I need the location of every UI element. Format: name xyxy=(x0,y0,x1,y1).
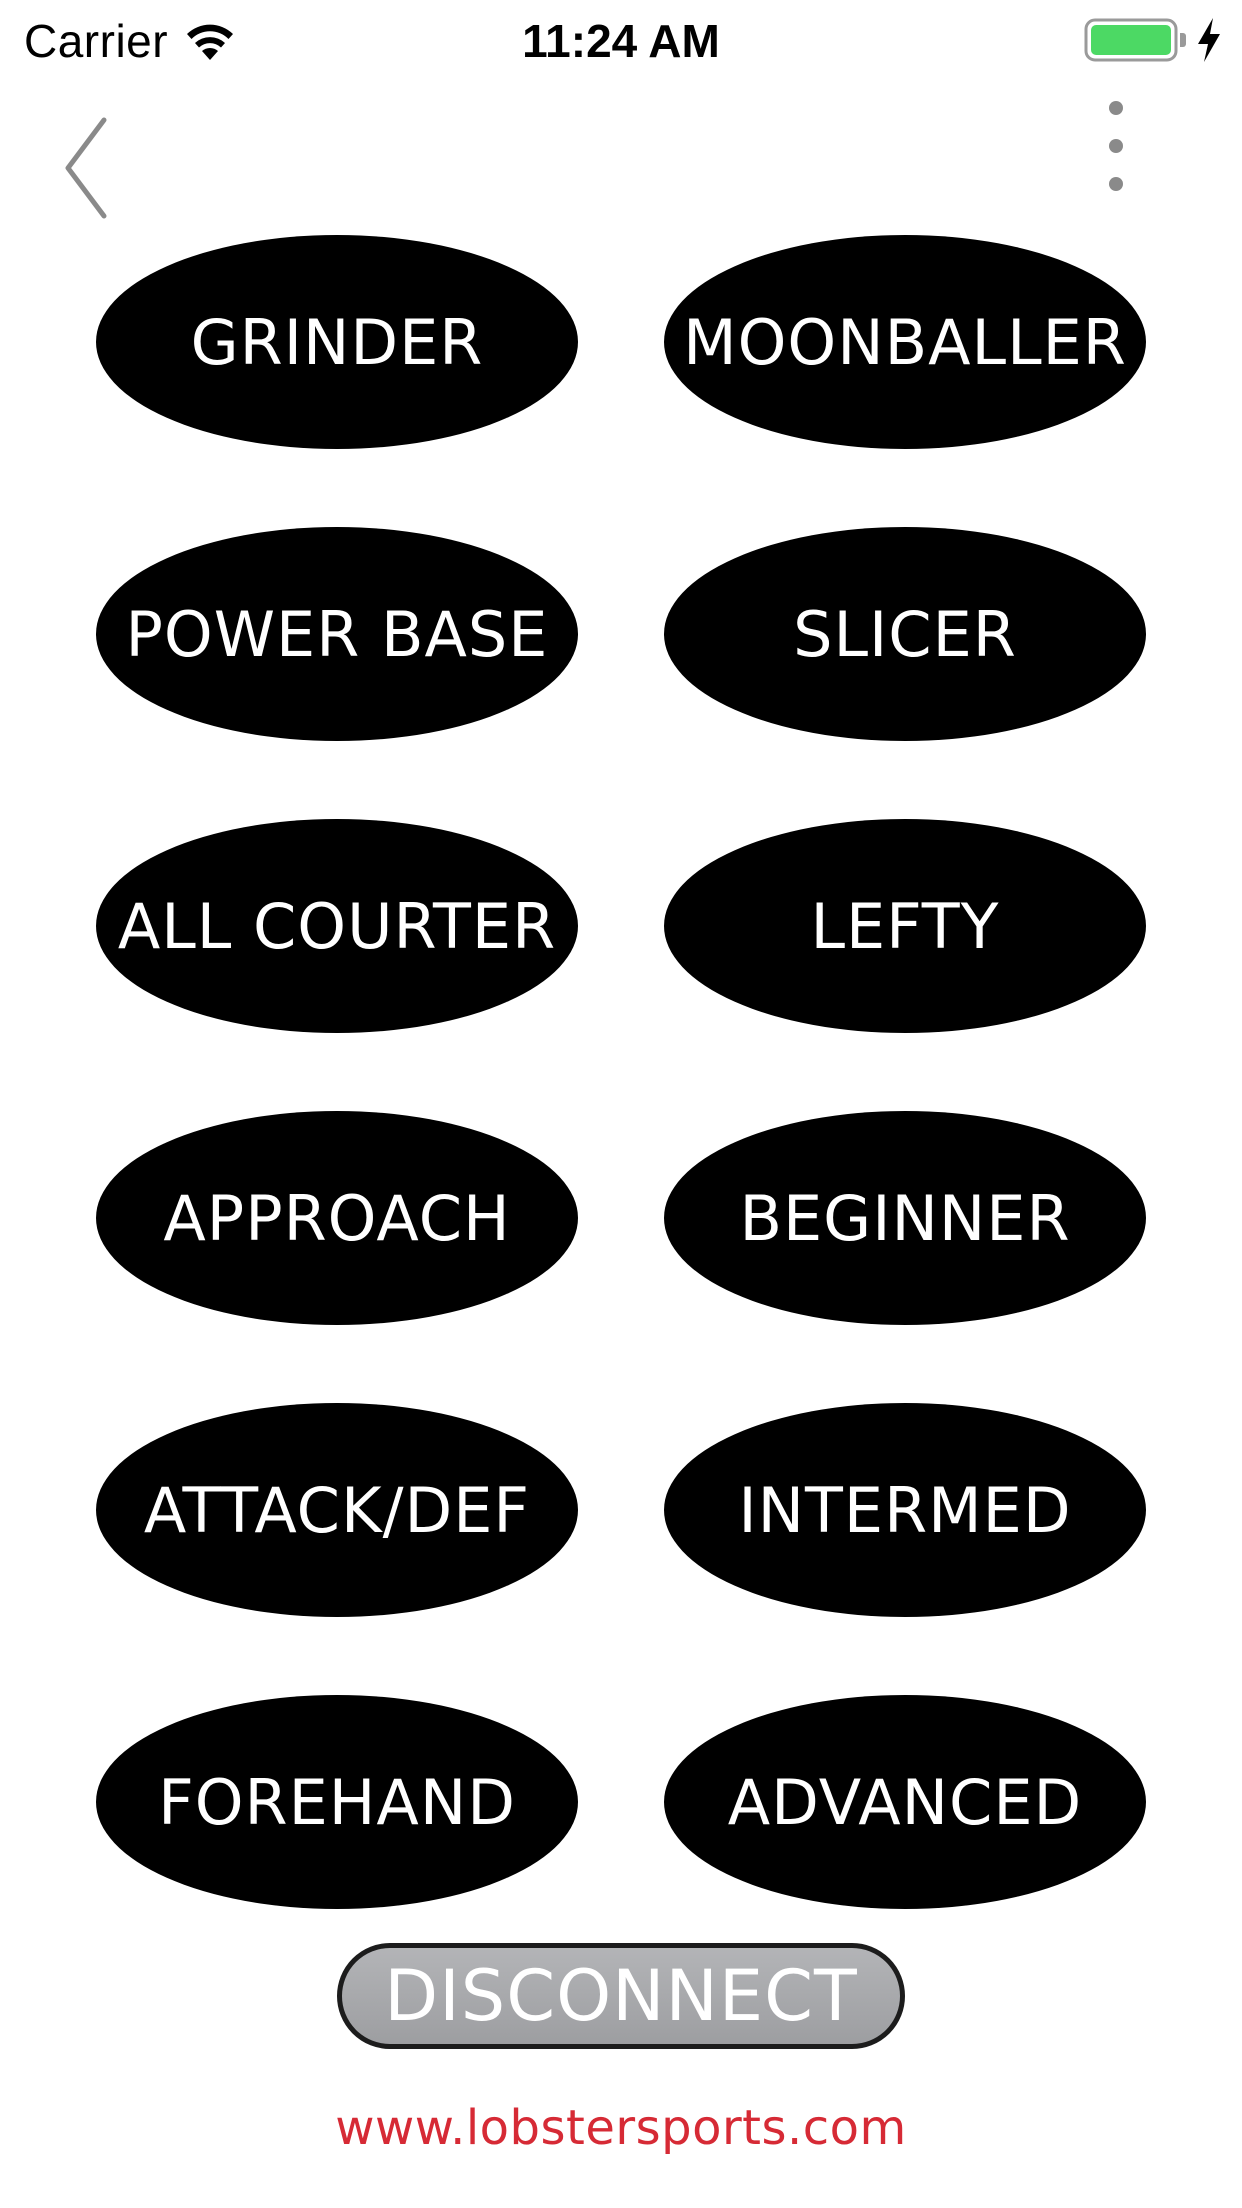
mode-grid: GRINDER MOONBALLER POWER BASE SLICER ALL… xyxy=(0,0,1242,2208)
mode-label: ADVANCED xyxy=(727,1765,1083,1839)
mode-label: ATTACK/DEF xyxy=(143,1473,531,1547)
mode-label: BEGINNER xyxy=(739,1181,1071,1255)
mode-button-advanced[interactable]: ADVANCED xyxy=(664,1695,1146,1909)
mode-button-grinder[interactable]: GRINDER xyxy=(96,235,578,449)
mode-label: POWER BASE xyxy=(125,597,549,671)
disconnect-label: DISCONNECT xyxy=(384,1955,858,2037)
mode-button-beginner[interactable]: BEGINNER xyxy=(664,1111,1146,1325)
mode-label: LEFTY xyxy=(810,889,1000,963)
mode-button-lefty[interactable]: LEFTY xyxy=(664,819,1146,1033)
mode-label: MOONBALLER xyxy=(683,305,1127,379)
mode-button-all-courter[interactable]: ALL COURTER xyxy=(96,819,578,1033)
mode-label: FOREHAND xyxy=(158,1765,516,1839)
mode-button-power-base[interactable]: POWER BASE xyxy=(96,527,578,741)
mode-label: APPROACH xyxy=(163,1181,511,1255)
disconnect-button[interactable]: DISCONNECT xyxy=(337,1943,905,2049)
mode-button-attack-def[interactable]: ATTACK/DEF xyxy=(96,1403,578,1617)
website-link[interactable]: www.lobstersports.com xyxy=(0,2100,1242,2156)
mode-button-slicer[interactable]: SLICER xyxy=(664,527,1146,741)
mode-label: INTERMED xyxy=(738,1473,1072,1547)
mode-button-moonballer[interactable]: MOONBALLER xyxy=(664,235,1146,449)
mode-button-forehand[interactable]: FOREHAND xyxy=(96,1695,578,1909)
mode-button-approach[interactable]: APPROACH xyxy=(96,1111,578,1325)
mode-label: SLICER xyxy=(793,597,1017,671)
mode-button-intermed[interactable]: INTERMED xyxy=(664,1403,1146,1617)
mode-label: GRINDER xyxy=(190,305,484,379)
mode-label: ALL COURTER xyxy=(117,889,557,963)
